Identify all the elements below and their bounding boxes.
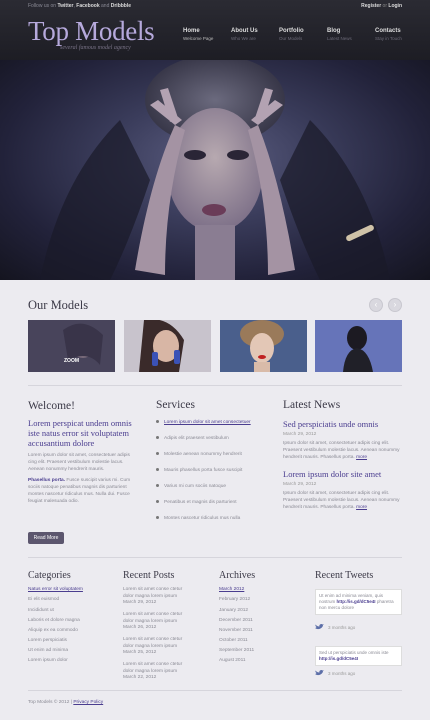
services-title: Services — [156, 399, 195, 411]
archive-link[interactable]: March 2012 — [219, 587, 244, 592]
twitter-link[interactable]: Twitter — [57, 3, 73, 9]
archive-link[interactable]: November 2011 — [219, 628, 253, 633]
facebook-link[interactable]: Facebook — [76, 3, 99, 9]
recent-post[interactable]: Lorem sit amet conse ctetur dolor magna … — [123, 612, 189, 632]
more-link[interactable]: more — [356, 455, 367, 460]
news-date: March 29, 2012 — [283, 482, 317, 487]
news-date: March 29, 2012 — [283, 432, 317, 437]
archive-link[interactable]: August 2011 — [219, 658, 246, 663]
archives-title: Archives — [219, 570, 256, 581]
news-section: Latest News Sed perspiciatis unde omnis … — [283, 399, 403, 511]
service-item: Molestie aenean nonummy hendrerit — [156, 452, 266, 457]
model-thumb-2[interactable] — [124, 320, 211, 372]
zoom-overlay[interactable]: ZOOM — [28, 320, 115, 372]
tweet-link[interactable]: http://is.gd/dC5e4I — [319, 656, 358, 661]
recent-post[interactable]: Lorem sit amet conse ctetur dolor magna … — [123, 587, 189, 607]
divider — [28, 557, 402, 558]
category-link[interactable]: Lorem perspiciatis — [28, 638, 67, 643]
site-tagline: several famous model agency — [60, 45, 131, 51]
login-link[interactable]: Login — [388, 3, 402, 9]
models-prev-button[interactable]: ‹ — [369, 298, 383, 312]
privacy-policy-link[interactable]: Privacy Policy — [73, 700, 103, 705]
site-logo[interactable]: Top Models — [28, 16, 155, 47]
auth-links: Register or Login — [361, 3, 402, 9]
welcome-body-2: Phasellus porta. Fusce suscipit varius m… — [28, 478, 131, 504]
service-item[interactable]: Lorem ipsum dolor sit amet consectetuer — [156, 420, 266, 425]
service-item: Varius mi cum sociis natoque — [156, 484, 266, 489]
category-link[interactable]: Ei elit euismod — [28, 597, 59, 602]
archive-link[interactable]: January 2012 — [219, 608, 248, 613]
follow-us: Follow us on Twitter, Facebook and Dribb… — [28, 3, 132, 9]
nav-blog[interactable]: Blog Latest News — [327, 28, 375, 41]
news-headline[interactable]: Lorem ipsum dolor site amet — [283, 469, 403, 479]
categories-title: Categories — [28, 570, 71, 581]
category-link[interactable]: Natus error sit voluptatem — [28, 587, 83, 592]
welcome-lead: Lorem perspicat undem omnis iste natus e… — [28, 418, 132, 448]
tweet: Ut enim ad minima veniam, quis nostrum h… — [315, 589, 402, 615]
category-link[interactable]: Incididunt ut — [28, 608, 54, 613]
more-link[interactable]: more — [356, 505, 367, 510]
category-link[interactable]: Lorem ipsum dolor — [28, 658, 68, 663]
category-link[interactable]: Laboris et dolore magna — [28, 618, 80, 623]
main-nav: Home Welcome Page About Us Who We are Port… — [183, 28, 423, 41]
twitter-bird-icon — [315, 670, 324, 676]
read-more-button[interactable]: Read More — [28, 532, 64, 544]
welcome-title: Welcome! — [28, 400, 75, 412]
nav-about[interactable]: About Us Who We are — [231, 28, 279, 41]
recent-tweets-title: Recent Tweets — [315, 570, 374, 581]
nav-contacts[interactable]: Contacts Stay in Touch — [375, 28, 423, 41]
site-footer: Top Models © 2012 | Privacy Policy — [28, 700, 104, 705]
models-next-button[interactable]: › — [388, 298, 402, 312]
hero-model-image — [40, 60, 390, 280]
site-header: Follow us on Twitter, Facebook and Dribb… — [0, 0, 430, 60]
service-item: Penatibus et magnis dis parturient — [156, 500, 266, 505]
recent-post[interactable]: Lorem sit amet conse ctetur dolor magna … — [123, 637, 189, 657]
news-title: Latest News — [283, 399, 341, 411]
news-item: Sed perspiciatis unde omnis March 29, 20… — [283, 419, 403, 461]
archive-link[interactable]: October 2011 — [219, 638, 248, 643]
category-link[interactable]: Ut enim ad minima — [28, 648, 68, 653]
category-link[interactable]: Aliquip ex ea commodo — [28, 628, 78, 633]
twitter-bird-icon — [315, 624, 324, 630]
service-item: Mauris phasellus porta fusce suscipit — [156, 468, 266, 473]
welcome-section: Welcome! Lorem perspicat undem omnis ist… — [28, 400, 138, 505]
tweet-meta: 3 months ago — [315, 670, 355, 676]
service-item: Montes nascetur ridiculus mus nulla — [156, 516, 266, 521]
news-item: Lorem ipsum dolor site amet March 29, 20… — [283, 469, 403, 511]
model-thumb-3[interactable] — [220, 320, 307, 372]
model-thumb-1[interactable]: ZOOM — [28, 320, 115, 372]
divider — [28, 690, 402, 691]
archive-link[interactable]: February 2012 — [219, 597, 250, 602]
archive-link[interactable]: December 2011 — [219, 618, 253, 623]
recent-posts-title: Recent Posts — [123, 570, 175, 581]
tweet-link[interactable]: http://is.gd/dC5e4I — [337, 599, 376, 604]
dribbble-link[interactable]: Dribbble — [111, 3, 131, 9]
hero-slider — [0, 60, 430, 280]
welcome-body: Lorem ipsum dolor sit amet, consectetuer… — [28, 453, 130, 472]
tweet-meta: 3 months ago — [315, 624, 355, 630]
recent-post[interactable]: Lorem sit amet conse ctetur dolor magna … — [123, 662, 189, 682]
tweet: Sed ut perspiciatis unde omnis iste http… — [315, 646, 402, 666]
nav-portfolio[interactable]: Portfolio Our Models — [279, 28, 327, 41]
service-item: Adipis elit praesent vestibulum — [156, 436, 266, 441]
nav-home[interactable]: Home Welcome Page — [183, 28, 231, 41]
model-thumb-4[interactable] — [315, 320, 402, 372]
divider — [28, 385, 402, 386]
register-link[interactable]: Register — [361, 3, 381, 9]
our-models-title: Our Models — [28, 298, 89, 312]
archive-link[interactable]: September 2011 — [219, 648, 254, 653]
news-headline[interactable]: Sed perspiciatis unde omnis — [283, 419, 403, 429]
